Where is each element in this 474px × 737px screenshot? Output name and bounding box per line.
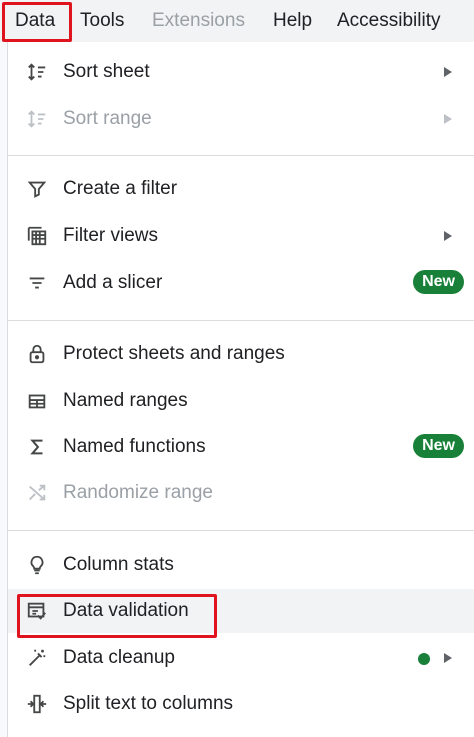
status-dot — [418, 653, 430, 665]
menu-item-label: Named functions — [63, 436, 206, 457]
menu-item-named-ranges[interactable]: Named ranges — [8, 379, 474, 423]
new-badge: New — [413, 434, 464, 458]
menu-tools[interactable]: Tools — [80, 8, 124, 34]
menu-item-sort-sheet[interactable]: Sort sheet — [8, 50, 474, 94]
menu-divider — [8, 530, 474, 531]
split-columns-icon — [24, 692, 50, 716]
menu-help[interactable]: Help — [273, 8, 312, 34]
sigma-icon — [24, 435, 50, 459]
menu-item-label: Named ranges — [63, 390, 188, 411]
magic-wand-icon — [24, 646, 50, 670]
menu-item-label: Data cleanup — [63, 647, 175, 668]
menu-divider — [8, 155, 474, 156]
menu-item-named-functions[interactable]: Named functions New — [8, 425, 474, 469]
new-badge: New — [413, 270, 464, 294]
menu-item-data-cleanup[interactable]: Data cleanup — [8, 636, 474, 680]
submenu-arrow-icon — [444, 67, 452, 77]
menu-item-create-filter[interactable]: Create a filter — [8, 167, 474, 211]
sort-icon — [24, 107, 50, 131]
submenu-arrow-icon — [444, 114, 452, 124]
lightbulb-icon — [24, 553, 50, 577]
filter-views-icon — [24, 224, 50, 248]
menu-item-label: Column stats — [63, 554, 174, 575]
menu-divider — [8, 320, 474, 321]
menu-item-add-slicer[interactable]: Add a slicer New — [8, 261, 474, 305]
menu-item-label: Split text to columns — [63, 693, 234, 714]
menu-extensions[interactable]: Extensions — [152, 8, 245, 34]
sheet-edge — [0, 42, 8, 737]
menu-item-label: Protect sheets and ranges — [63, 343, 285, 364]
menu-item-label: Sort range — [63, 108, 152, 129]
menu-item-label: Add a slicer — [63, 272, 163, 293]
menu-item-label: Filter views — [63, 225, 159, 246]
slicer-icon — [24, 271, 50, 295]
submenu-arrow-icon — [444, 231, 452, 241]
named-ranges-icon — [24, 389, 50, 413]
shuffle-icon — [24, 481, 50, 505]
menu-item-label: Randomize range — [63, 482, 213, 503]
menu-item-label: Sort sheet — [63, 61, 150, 82]
menu-item-randomize-range[interactable]: Randomize range — [8, 471, 474, 515]
sort-icon — [24, 60, 50, 84]
data-menu-highlight — [2, 2, 72, 42]
menu-item-column-stats[interactable]: Column stats — [8, 543, 474, 587]
lock-icon — [24, 342, 50, 366]
data-validation-highlight — [17, 594, 217, 638]
menu-item-sort-range[interactable]: Sort range — [8, 97, 474, 141]
menu-accessibility[interactable]: Accessibility — [337, 8, 440, 34]
menu-item-filter-views[interactable]: Filter views — [8, 214, 474, 258]
submenu-arrow-icon — [444, 653, 452, 663]
menu-item-label: Create a filter — [63, 178, 178, 199]
filter-icon — [24, 177, 50, 201]
menu-item-split-text[interactable]: Split text to columns — [8, 682, 474, 726]
menu-item-protect[interactable]: Protect sheets and ranges — [8, 332, 474, 376]
